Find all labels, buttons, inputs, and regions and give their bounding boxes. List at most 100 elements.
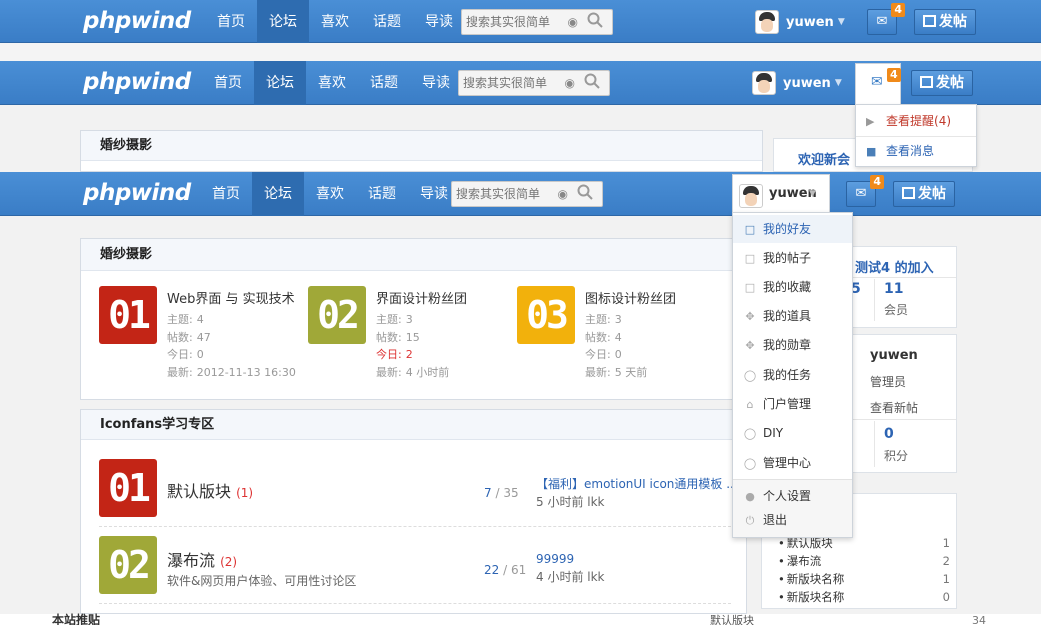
- menu-logout[interactable]: ⏻ 退出: [733, 508, 852, 532]
- forum-name[interactable]: 瀑布流 (2): [167, 547, 237, 571]
- search-input[interactable]: [459, 71, 555, 95]
- menu-my-medals[interactable]: ✥ 我的勋章: [733, 331, 852, 359]
- message-button[interactable]: ✉ 4: [867, 3, 905, 35]
- menu-my-favorites[interactable]: □ 我的收藏: [733, 273, 852, 301]
- board-count: 1: [942, 572, 950, 586]
- board-name[interactable]: 新版块名称: [787, 590, 845, 604]
- document-icon: □: [744, 252, 756, 265]
- board-name[interactable]: 默认版块: [787, 536, 833, 550]
- forum-meta: 主题: 3 帖数: 4 今日: 0 最新: 5 天前: [585, 311, 647, 381]
- board-list-item[interactable]: • 瀑布流 2: [770, 552, 950, 570]
- nav-home[interactable]: 首页: [205, 0, 257, 44]
- search-box[interactable]: ◉: [451, 181, 603, 207]
- last-post-title[interactable]: 【福利】emotionUI icon通用模板 ...: [536, 475, 738, 493]
- message-button[interactable]: ✉ 4: [846, 175, 884, 207]
- posts-value: 4: [614, 330, 622, 344]
- forum-name[interactable]: 界面设计粉丝团: [376, 288, 467, 307]
- forum-name-text[interactable]: 默认版块: [167, 482, 231, 501]
- board-list-item[interactable]: • 新版块名称 0: [770, 588, 950, 606]
- microphone-icon[interactable]: ◉: [565, 76, 575, 90]
- forum-number-tile[interactable]: 02: [308, 286, 366, 344]
- menu-portal-admin[interactable]: ⌂ 门户管理: [733, 390, 852, 418]
- user-menu-trigger[interactable]: yuwen ▼: [752, 69, 842, 97]
- forum-name[interactable]: 图标设计粉丝团: [585, 288, 676, 307]
- menu-my-posts[interactable]: □ 我的帖子: [733, 244, 852, 272]
- header-bar-mid: phpwind 首页 论坛 喜欢 话题 导读 ◉ yuwen ▼ ✉ 4 发帖: [0, 61, 1041, 105]
- microphone-icon[interactable]: ◉: [558, 187, 568, 201]
- menu-label: 管理中心: [763, 456, 812, 470]
- board-list-item[interactable]: • 新版块名称 1: [770, 570, 950, 588]
- menu-label: 退出: [763, 513, 788, 527]
- search-icon[interactable]: [577, 184, 593, 200]
- post-button[interactable]: 发帖: [893, 181, 955, 207]
- forum-row[interactable]: 01 默认版块 (1) 7 / 35 【福利】emotionUI icon通用模…: [99, 459, 738, 521]
- forum-name[interactable]: Web界面 与 实现技术: [167, 288, 295, 307]
- topics-value: 3: [614, 313, 622, 326]
- search-input[interactable]: [462, 10, 558, 34]
- nav-topics[interactable]: 话题: [358, 61, 410, 105]
- forum-row[interactable]: 02 瀑布流 (2) 软件&网页用户体验、可用性讨论区 22 / 61 9999…: [99, 536, 731, 598]
- post-label: 发帖: [936, 75, 964, 91]
- user-menu-trigger[interactable]: yuwen ▼: [755, 8, 845, 36]
- last-post[interactable]: 99999 4 小时前 lkk: [536, 550, 605, 586]
- nav-guide[interactable]: 导读: [410, 61, 462, 105]
- board-name[interactable]: 新版块名称: [787, 572, 845, 586]
- menu-my-items[interactable]: ✥ 我的道具: [733, 302, 852, 330]
- user-menu-trigger-active[interactable]: yuwen ▼: [732, 174, 830, 216]
- nav-likes[interactable]: 喜欢: [306, 61, 358, 105]
- nav-guide[interactable]: 导读: [413, 0, 465, 44]
- menu-settings[interactable]: ● 个人设置: [733, 484, 852, 508]
- nav-likes[interactable]: 喜欢: [309, 0, 361, 44]
- nav-topics[interactable]: 话题: [361, 0, 413, 44]
- forum-number-tile[interactable]: 02: [99, 536, 157, 594]
- forum-number-tile[interactable]: 03: [517, 286, 575, 344]
- menu-my-tasks[interactable]: ◯ 我的任务: [733, 361, 852, 389]
- view-messages[interactable]: ■ 查看消息: [866, 141, 934, 161]
- search-icon[interactable]: [584, 73, 600, 89]
- forum-name[interactable]: 默认版块 (1): [167, 478, 253, 502]
- menu-my-friends[interactable]: □ 我的好友: [733, 215, 852, 243]
- clock-icon: ◯: [743, 457, 757, 470]
- forum-meta: 主题: 4 帖数: 47 今日: 0 最新: 2012-11-13 16:30: [167, 311, 296, 381]
- message-button-active[interactable]: ✉ 4: [855, 63, 901, 105]
- menu-diy[interactable]: ◯ DIY: [733, 419, 852, 447]
- search-box[interactable]: ◉: [461, 9, 613, 35]
- forum-card[interactable]: 03 图标设计粉丝团 主题: 3 帖数: 4 今日: 0 最新: 5 天前: [517, 286, 717, 386]
- menu-label: 我的收藏: [763, 280, 812, 294]
- search-box[interactable]: ◉: [458, 70, 610, 96]
- post-button[interactable]: 发帖: [911, 70, 973, 96]
- logo[interactable]: phpwind: [83, 69, 191, 95]
- menu-admin-center[interactable]: ◯ 管理中心: [733, 449, 852, 477]
- forum-number-tile[interactable]: 01: [99, 286, 157, 344]
- nav-forum[interactable]: 论坛: [252, 172, 304, 216]
- clock-icon: ◯: [743, 369, 757, 382]
- nav-likes[interactable]: 喜欢: [304, 172, 356, 216]
- nav-topics[interactable]: 话题: [356, 172, 408, 216]
- forum-meta: 主题: 3 帖数: 15 今日: 2 最新: 4 小时前: [376, 311, 449, 381]
- members-value: 11: [884, 281, 904, 297]
- search-icon[interactable]: [587, 12, 603, 28]
- message-badge: 4: [870, 175, 884, 189]
- board-count: 0: [942, 590, 950, 604]
- microphone-icon[interactable]: ◉: [568, 15, 578, 29]
- logo[interactable]: phpwind: [83, 180, 191, 206]
- forum-name-text[interactable]: 瀑布流: [167, 551, 215, 570]
- view-reminders[interactable]: ▶ 查看提醒(4): [866, 111, 951, 131]
- nav-forum[interactable]: 论坛: [254, 61, 306, 105]
- today-value: 0: [614, 348, 622, 361]
- search-input[interactable]: [452, 182, 548, 206]
- board-name[interactable]: 瀑布流: [787, 554, 822, 568]
- forum-card[interactable]: 02 界面设计粉丝团 主题: 3 帖数: 15 今日: 2 最新: 4 小时前: [308, 286, 508, 386]
- nav-home[interactable]: 首页: [202, 61, 254, 105]
- forum-number-tile[interactable]: 01: [99, 459, 157, 517]
- last-post-title[interactable]: 99999: [536, 550, 605, 568]
- nav-home[interactable]: 首页: [200, 172, 252, 216]
- nav-forum[interactable]: 论坛: [257, 0, 309, 44]
- view-new-posts-link[interactable]: 查看新帖: [870, 399, 918, 416]
- user-name[interactable]: yuwen: [870, 348, 918, 363]
- logo[interactable]: phpwind: [83, 8, 191, 34]
- post-button[interactable]: 发帖: [914, 9, 976, 35]
- menu-label: 我的好友: [763, 222, 812, 236]
- last-post[interactable]: 【福利】emotionUI icon通用模板 ... 5 小时前 lkk: [536, 475, 738, 511]
- forum-card[interactable]: 01 Web界面 与 实现技术 主题: 4 帖数: 47 今日: 0 最新: 2012-…: [99, 286, 299, 386]
